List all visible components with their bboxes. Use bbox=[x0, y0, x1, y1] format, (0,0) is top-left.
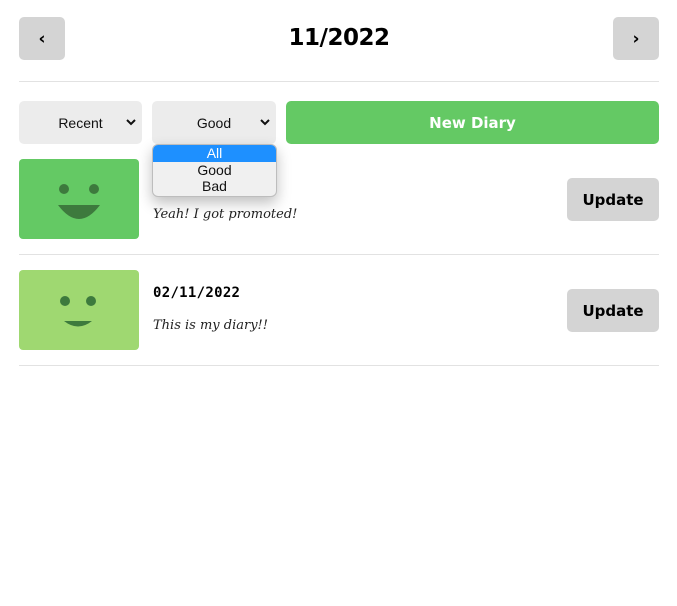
new-diary-button[interactable]: New Diary bbox=[286, 101, 659, 144]
filter-select-value: Good bbox=[196, 114, 232, 131]
sort-select[interactable]: Recent bbox=[19, 101, 142, 144]
diary-date: 02/11/2022 bbox=[153, 285, 241, 301]
big-smile-icon bbox=[58, 184, 100, 219]
update-button[interactable]: Update bbox=[567, 289, 659, 332]
header: ‹ 11/2022 › bbox=[19, 17, 659, 82]
emotion-thumbnail[interactable] bbox=[19, 270, 139, 350]
chevron-right-icon: › bbox=[632, 28, 640, 49]
filter-dropdown-menu: All Good Bad bbox=[152, 144, 277, 197]
diary-content: Yeah! I got promoted! bbox=[153, 207, 298, 222]
filter-option-good[interactable]: Good bbox=[153, 162, 276, 179]
next-month-button[interactable]: › bbox=[613, 17, 659, 60]
chevron-down-icon bbox=[126, 119, 136, 126]
filter-select[interactable]: Good bbox=[152, 101, 276, 144]
smile-icon bbox=[60, 296, 96, 327]
controls-bar: Recent Good New Diary bbox=[19, 101, 659, 144]
update-button[interactable]: Update bbox=[567, 178, 659, 221]
diary-content: This is my diary!! bbox=[153, 318, 269, 333]
sort-select-value: Recent bbox=[58, 114, 103, 131]
emotion-thumbnail[interactable] bbox=[19, 159, 139, 239]
filter-option-all[interactable]: All bbox=[153, 145, 276, 162]
page-title: 11/2022 bbox=[288, 25, 390, 51]
diary-item[interactable]: Yeah! I got promoted! Update bbox=[19, 159, 659, 255]
chevron-down-icon bbox=[260, 119, 270, 126]
filter-option-bad[interactable]: Bad bbox=[153, 178, 276, 195]
diary-item[interactable]: 02/11/2022 This is my diary!! Update bbox=[19, 270, 659, 366]
